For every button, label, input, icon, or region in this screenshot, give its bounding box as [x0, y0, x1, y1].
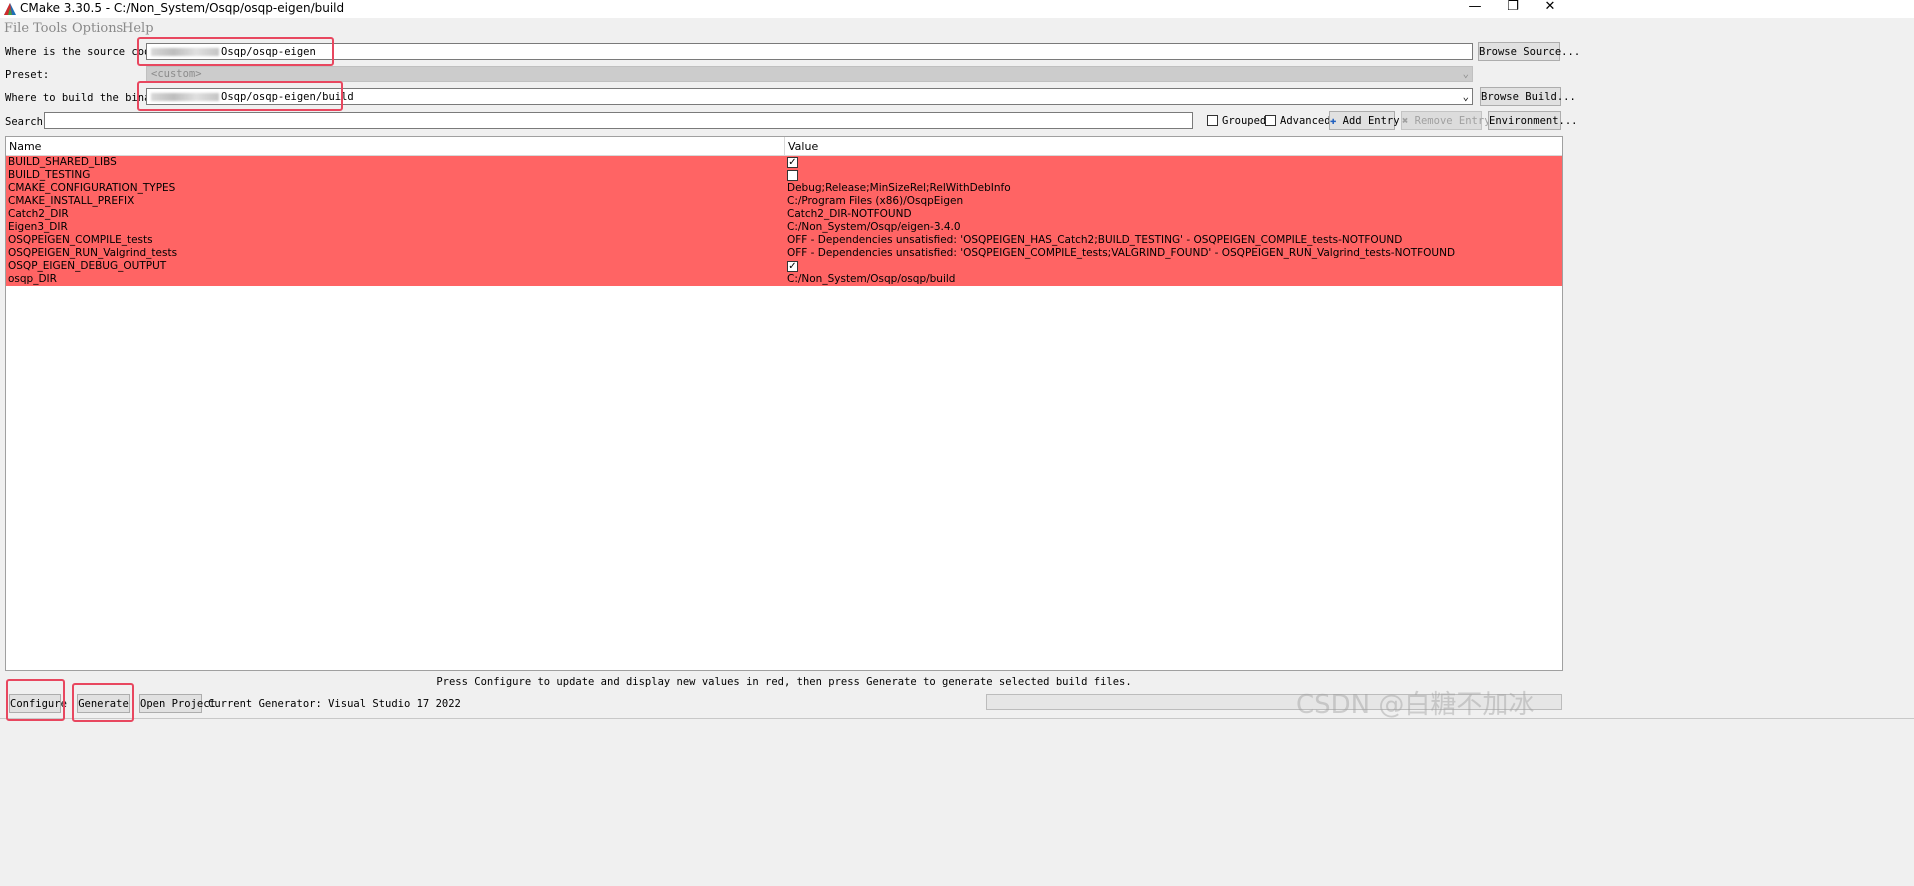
menu-help[interactable]: Help — [122, 21, 154, 36]
title-bar: CMake 3.30.5 - C:/Non_System/Osqp/osqp-e… — [0, 0, 1914, 18]
table-row[interactable]: Eigen3_DIR C:/Non_System/Osqp/eigen-3.4.… — [6, 221, 1562, 234]
menu-file[interactable]: File — [4, 21, 29, 36]
preset-label: Preset: — [5, 69, 50, 81]
watermark: CSDN @白糖不加冰 — [1296, 690, 1535, 720]
row-value[interactable]: C:/Non_System/Osqp/osqp/build — [787, 273, 955, 286]
environment-button[interactable]: Environment... — [1488, 111, 1578, 130]
menu-tools[interactable]: Tools — [33, 21, 67, 36]
row-value[interactable]: OFF - Dependencies unsatisfied: 'OSQPEIG… — [787, 234, 1402, 247]
search-label: Search: — [5, 116, 50, 128]
source-input[interactable]: Osqp/osqp-eigen — [146, 43, 1473, 60]
table-row[interactable]: CMAKE_CONFIGURATION_TYPES Debug;Release;… — [6, 182, 1562, 195]
table-row[interactable]: BUILD_TESTING — [6, 169, 1562, 182]
browse-source-button[interactable]: Browse Source... — [1478, 42, 1580, 61]
column-header-name[interactable]: Name — [9, 140, 41, 153]
column-header-value[interactable]: Value — [788, 140, 818, 153]
source-label: Where is the source code: — [5, 46, 164, 58]
table-row[interactable]: CMAKE_INSTALL_PREFIX C:/Program Files (x… — [6, 195, 1562, 208]
generate-button[interactable]: Generate — [77, 694, 130, 713]
row-name: BUILD_SHARED_LIBS — [8, 156, 117, 168]
row-name: OSQP_EIGEN_DEBUG_OUTPUT — [8, 260, 167, 272]
row-name: Eigen3_DIR — [8, 221, 68, 233]
current-generator-label: Current Generator: Visual Studio 17 2022 — [208, 698, 461, 710]
build-value: Osqp/osqp-eigen/build — [221, 91, 354, 103]
row-value[interactable]: OFF - Dependencies unsatisfied: 'OSQPEIG… — [787, 247, 1455, 260]
chevron-down-icon[interactable]: ⌄ — [1463, 89, 1469, 104]
menu-bar: File Tools Options Help — [0, 19, 400, 39]
value-checkbox[interactable]: ✓ — [787, 261, 798, 272]
row-name: CMAKE_CONFIGURATION_TYPES — [8, 182, 176, 194]
table-row[interactable]: BUILD_SHARED_LIBS ✓ — [6, 156, 1562, 169]
table-row[interactable]: OSQP_EIGEN_DEBUG_OUTPUT ✓ — [6, 260, 1562, 273]
table-row[interactable]: Catch2_DIR Catch2_DIR-NOTFOUND — [6, 208, 1562, 221]
row-value[interactable]: C:/Program Files (x86)/OsqpEigen — [787, 195, 963, 208]
row-value[interactable]: Catch2_DIR-NOTFOUND — [787, 208, 912, 221]
redacted-path — [151, 48, 219, 56]
chevron-down-icon: ⌄ — [1462, 68, 1469, 80]
row-name: BUILD_TESTING — [8, 169, 91, 181]
cache-table[interactable]: Name Value BUILD_SHARED_LIBS ✓ BUILD_TES… — [5, 136, 1563, 671]
add-entry-button[interactable]: ✚ Add Entry — [1329, 111, 1400, 130]
add-entry-label: Add Entry — [1342, 115, 1400, 127]
browse-build-button[interactable]: Browse Build... — [1480, 87, 1576, 106]
close-button[interactable]: ✕ — [1527, 0, 1573, 18]
table-row[interactable]: osqp_DIR C:/Non_System/Osqp/osqp/build — [6, 273, 1562, 286]
window-title: CMake 3.30.5 - C:/Non_System/Osqp/osqp-e… — [20, 1, 345, 15]
remove-icon: ✖ — [1402, 115, 1409, 127]
open-project-button[interactable]: Open Project — [139, 694, 216, 713]
grouped-checkbox[interactable] — [1207, 115, 1218, 126]
value-checkbox[interactable] — [787, 170, 798, 181]
remove-entry-button[interactable]: ✖ Remove Entry — [1401, 111, 1491, 130]
cmake-logo-icon — [4, 3, 16, 15]
table-row[interactable]: OSQPEIGEN_RUN_Valgrind_tests OFF - Depen… — [6, 247, 1562, 260]
table-row[interactable]: OSQPEIGEN_COMPILE_tests OFF - Dependenci… — [6, 234, 1562, 247]
source-value: Osqp/osqp-eigen — [221, 46, 316, 58]
search-input[interactable] — [44, 112, 1193, 129]
table-header: Name Value — [6, 137, 1562, 156]
menu-options[interactable]: Options — [72, 21, 123, 36]
advanced-checkbox[interactable] — [1265, 115, 1276, 126]
row-name: OSQPEIGEN_COMPILE_tests — [8, 234, 153, 246]
row-name: CMAKE_INSTALL_PREFIX — [8, 195, 135, 207]
value-checkbox[interactable]: ✓ — [787, 157, 798, 168]
remove-entry-label: Remove Entry — [1414, 115, 1491, 127]
build-input[interactable]: Osqp/osqp-eigen/build ⌄ — [146, 88, 1473, 105]
preset-value: <custom> — [151, 68, 202, 80]
advanced-label: Advanced — [1280, 115, 1331, 127]
row-value[interactable]: Debug;Release;MinSizeRel;RelWithDebInfo — [787, 182, 1011, 195]
row-name: OSQPEIGEN_RUN_Valgrind_tests — [8, 247, 178, 259]
row-value[interactable]: C:/Non_System/Osqp/eigen-3.4.0 — [787, 221, 961, 234]
row-name: Catch2_DIR — [8, 208, 69, 220]
redacted-path — [151, 93, 219, 101]
column-divider[interactable] — [784, 137, 785, 155]
plus-icon: ✚ — [1330, 115, 1337, 127]
configure-button[interactable]: Configure — [9, 694, 67, 713]
row-name: osqp_DIR — [8, 273, 57, 285]
divider — [0, 718, 1914, 719]
preset-select: <custom> ⌄ — [146, 66, 1473, 82]
grouped-label: Grouped — [1222, 115, 1267, 127]
